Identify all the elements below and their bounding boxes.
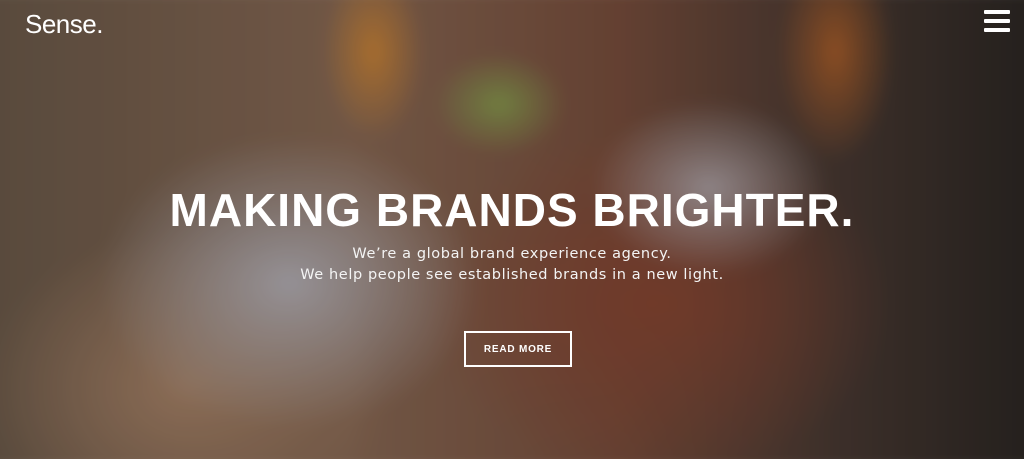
hamburger-menu-icon[interactable] [984, 10, 1010, 32]
hero-subtitle-line: We help people see established brands in… [300, 267, 724, 283]
menu-bar [984, 28, 1010, 32]
hero-subtitle: We’re a global brand experience agency. … [0, 244, 1024, 286]
hero-section: Sense. MAKING BRANDS BRIGHTER. We’re a g… [0, 0, 1024, 459]
hero-headline: MAKING BRANDS BRIGHTER. [169, 184, 855, 236]
hero-subtitle-line: We’re a global brand experience agency. [352, 246, 672, 262]
menu-bar [984, 10, 1010, 14]
menu-bar [984, 19, 1010, 23]
site-logo[interactable]: Sense. [25, 9, 103, 40]
read-more-button[interactable]: READ MORE [464, 331, 572, 367]
